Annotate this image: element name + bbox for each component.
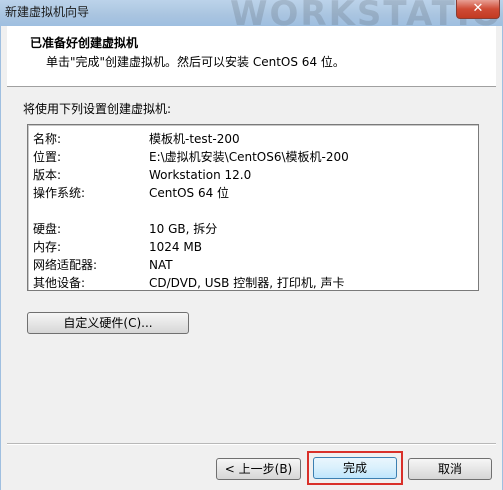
setting-value: E:\虚拟机安装\CentOS6\模板机-200 <box>149 150 349 164</box>
title-bar: 新建虚拟机向导 WORKSTATION ✕ <box>0 0 503 26</box>
customize-hardware-button[interactable]: 自定义硬件(C)... <box>27 312 189 334</box>
wizard-header: 已准备好创建虚拟机 单击"完成"创建虚拟机。然后可以安装 CentOS 64 位… <box>7 26 496 87</box>
header-title: 已准备好创建虚拟机 <box>30 36 139 50</box>
setting-key: 其他设备: <box>33 276 86 290</box>
setting-key: 硬盘: <box>33 222 62 236</box>
setting-value: CD/DVD, USB 控制器, 打印机, 声卡 <box>149 276 345 290</box>
setting-value: 1024 MB <box>149 240 202 254</box>
wizard-body: 将使用下列设置创建虚拟机: 名称: 模板机-test-200 位置: E:\虚拟… <box>7 87 496 443</box>
intro-text: 将使用下列设置创建虚拟机: <box>23 102 172 116</box>
setting-key: 位置: <box>33 150 62 164</box>
cancel-button[interactable]: 取消 <box>408 458 492 480</box>
setting-value: NAT <box>149 258 173 272</box>
footer-divider-highlight <box>7 444 496 445</box>
setting-key: 内存: <box>33 240 62 254</box>
back-button[interactable]: < 上一步(B) <box>216 458 301 480</box>
setting-key: 版本: <box>33 168 62 182</box>
window-title: 新建虚拟机向导 <box>5 5 90 19</box>
settings-summary-box[interactable]: 名称: 模板机-test-200 位置: E:\虚拟机安装\CentOS6\模板… <box>27 124 479 291</box>
header-subtitle: 单击"完成"创建虚拟机。然后可以安装 CentOS 64 位。 <box>46 55 345 69</box>
setting-value: 模板机-test-200 <box>149 132 240 146</box>
finish-button[interactable]: 完成 <box>313 457 397 479</box>
setting-value: 10 GB, 拆分 <box>149 222 218 236</box>
window-left-border <box>0 26 1 490</box>
setting-key: 操作系统: <box>33 186 86 200</box>
setting-key: 名称: <box>33 132 62 146</box>
setting-value: Workstation 12.0 <box>149 168 252 182</box>
setting-value: CentOS 64 位 <box>149 186 230 200</box>
close-button[interactable]: ✕ <box>456 0 500 19</box>
setting-key: 网络适配器: <box>33 258 98 272</box>
